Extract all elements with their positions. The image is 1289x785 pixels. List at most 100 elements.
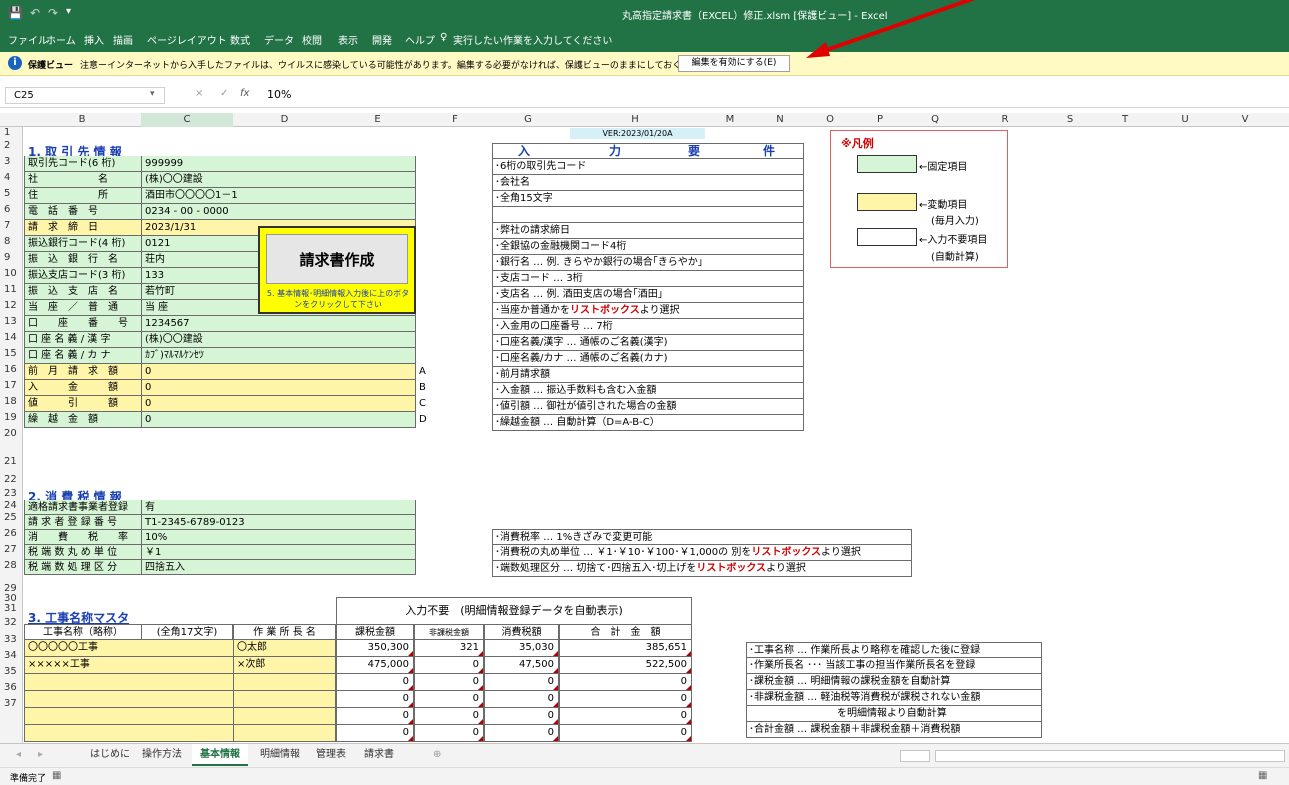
- basic-value[interactable]: (株)〇〇建設: [141, 172, 416, 188]
- column-header[interactable]: V: [1215, 113, 1275, 127]
- project-manager-cell[interactable]: [233, 674, 336, 691]
- horizontal-scrollbar[interactable]: [935, 750, 1285, 762]
- basic-value[interactable]: 酒田市〇〇〇〇1－1: [141, 188, 416, 204]
- sheet-tab-management[interactable]: 管理表: [308, 744, 354, 766]
- project-manager-cell[interactable]: [233, 708, 336, 725]
- scroll-left-icon[interactable]: ◂: [8, 744, 29, 766]
- row-header[interactable]: 12: [0, 300, 22, 311]
- column-header[interactable]: M: [705, 113, 755, 127]
- basic-value[interactable]: ｶﾌﾞ)ﾏﾙﾏﾙｹﾝｾﾂ: [141, 348, 416, 364]
- project-manager-cell[interactable]: 〇太郎: [233, 640, 336, 657]
- row-header[interactable]: 33: [0, 634, 22, 645]
- row-header[interactable]: 25: [0, 512, 22, 523]
- formula-input[interactable]: 10%: [267, 88, 291, 101]
- column-header[interactable]: B: [23, 113, 141, 127]
- tab-help[interactable]: ヘルプ: [405, 32, 435, 47]
- row-header[interactable]: 35: [0, 666, 22, 677]
- basic-value[interactable]: 0: [141, 380, 416, 396]
- row-header[interactable]: 10: [0, 268, 22, 279]
- row-header[interactable]: 16: [0, 364, 22, 375]
- tab-draw[interactable]: 描画: [113, 32, 133, 47]
- sheet-tab-intro[interactable]: はじめに: [82, 744, 138, 766]
- normal-view-icon[interactable]: ▦: [1258, 770, 1267, 781]
- row-header[interactable]: 28: [0, 560, 22, 571]
- column-header[interactable]: P: [855, 113, 905, 127]
- row-header[interactable]: 26: [0, 528, 22, 539]
- save-icon[interactable]: 💾: [8, 6, 23, 20]
- sheet-tab-howto[interactable]: 操作方法: [134, 744, 190, 766]
- row-header[interactable]: 21: [0, 456, 22, 467]
- column-header[interactable]: U: [1155, 113, 1215, 127]
- tab-home[interactable]: ホーム: [46, 32, 76, 47]
- row-header[interactable]: 11: [0, 284, 22, 295]
- row-header[interactable]: 22: [0, 474, 22, 485]
- row-header[interactable]: 9: [0, 252, 22, 263]
- basic-value[interactable]: 0: [141, 364, 416, 380]
- basic-value[interactable]: 0: [141, 412, 416, 428]
- tax-value[interactable]: 有: [141, 500, 416, 515]
- row-header[interactable]: 7: [0, 220, 22, 231]
- row-header[interactable]: 2: [0, 140, 22, 151]
- column-header[interactable]: E: [336, 113, 419, 127]
- basic-value[interactable]: 1234567: [141, 316, 416, 332]
- basic-value[interactable]: 0: [141, 396, 416, 412]
- sheet-tab-invoice[interactable]: 請求書: [356, 744, 402, 766]
- row-header[interactable]: 31: [0, 603, 22, 614]
- project-manager-cell[interactable]: [233, 691, 336, 708]
- tax-value[interactable]: ￥1: [141, 545, 416, 560]
- row-header[interactable]: 37: [0, 698, 22, 709]
- row-header[interactable]: 1: [0, 127, 22, 138]
- row-header[interactable]: 18: [0, 396, 22, 407]
- row-header[interactable]: 5: [0, 188, 22, 199]
- row-header[interactable]: 15: [0, 348, 22, 359]
- row-header[interactable]: 6: [0, 204, 22, 215]
- project-name-cell[interactable]: [24, 725, 234, 742]
- column-header[interactable]: G: [491, 113, 565, 127]
- basic-value[interactable]: 0234 - 00 - 0000: [141, 204, 416, 220]
- basic-value[interactable]: 999999: [141, 156, 416, 172]
- row-header[interactable]: 8: [0, 236, 22, 247]
- redo-icon[interactable]: ↷: [48, 6, 58, 20]
- tab-insert[interactable]: 挿入: [84, 32, 104, 47]
- project-manager-cell[interactable]: ×次郎: [233, 657, 336, 674]
- tab-view[interactable]: 表示: [338, 32, 358, 47]
- cancel-icon[interactable]: ×: [195, 88, 203, 99]
- column-header[interactable]: T: [1095, 113, 1155, 127]
- name-box[interactable]: C25: [5, 87, 165, 104]
- scroll-right-icon[interactable]: ▸: [30, 744, 51, 766]
- project-name-cell[interactable]: [24, 691, 234, 708]
- macro-record-icon[interactable]: ▦: [52, 770, 61, 781]
- row-header[interactable]: 14: [0, 332, 22, 343]
- tab-review[interactable]: 校閲: [302, 32, 322, 47]
- project-name-cell[interactable]: 〇〇〇〇〇工事: [24, 640, 234, 657]
- column-header[interactable]: C: [141, 113, 233, 127]
- row-header[interactable]: 4: [0, 172, 22, 183]
- column-header[interactable]: N: [755, 113, 805, 127]
- sheet-tab-detail[interactable]: 明細情報: [252, 744, 308, 766]
- tax-value[interactable]: 四捨五入: [141, 560, 416, 575]
- column-header[interactable]: R: [965, 113, 1045, 127]
- qat-customize-icon[interactable]: ▾: [66, 6, 71, 17]
- scroll-left-button[interactable]: [900, 750, 930, 762]
- basic-value[interactable]: (株)〇〇建設: [141, 332, 416, 348]
- tab-page-layout[interactable]: ページレイアウト: [147, 32, 227, 47]
- row-header[interactable]: 20: [0, 428, 22, 439]
- add-sheet-icon[interactable]: ⊕: [425, 744, 449, 766]
- column-header[interactable]: H: [565, 113, 705, 127]
- row-header[interactable]: 24: [0, 500, 22, 511]
- column-header[interactable]: Q: [905, 113, 965, 127]
- tax-value[interactable]: T1-2345-6789-0123: [141, 515, 416, 530]
- column-header[interactable]: D: [233, 113, 336, 127]
- project-name-cell[interactable]: [24, 708, 234, 725]
- row-header[interactable]: 13: [0, 316, 22, 327]
- column-header[interactable]: S: [1045, 113, 1095, 127]
- undo-icon[interactable]: ↶: [30, 6, 40, 20]
- row-header[interactable]: 19: [0, 412, 22, 423]
- project-manager-cell[interactable]: [233, 725, 336, 742]
- enable-editing-button[interactable]: 編集を有効にする(E): [678, 55, 790, 72]
- tell-me-box[interactable]: 実行したい作業を入力してください: [453, 32, 612, 47]
- enter-icon[interactable]: ✓: [220, 88, 228, 99]
- tab-developer[interactable]: 開発: [372, 32, 392, 47]
- project-name-cell[interactable]: [24, 674, 234, 691]
- row-header[interactable]: 27: [0, 544, 22, 555]
